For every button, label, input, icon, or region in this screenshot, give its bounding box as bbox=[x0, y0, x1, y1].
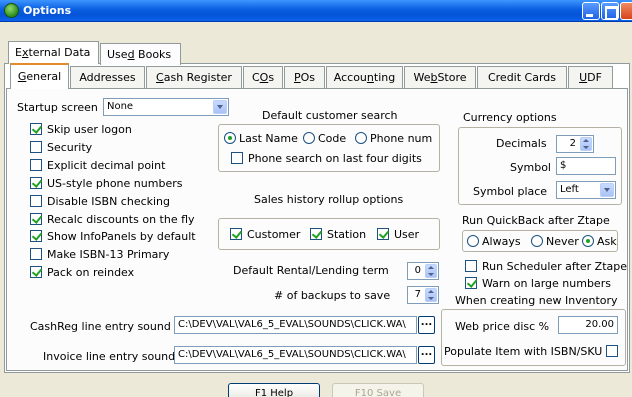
checkbox-icon[interactable] bbox=[465, 260, 477, 272]
options-window: Options External Data Used Books General… bbox=[0, 0, 632, 397]
show-infopanels-checkbox[interactable]: Show InfoPanels by default bbox=[30, 230, 196, 243]
radio-icon[interactable] bbox=[582, 235, 594, 247]
symbol-place-select[interactable]: Left bbox=[556, 181, 616, 199]
tab-external-data[interactable]: External Data bbox=[8, 41, 99, 64]
radio-icon[interactable] bbox=[224, 132, 236, 144]
quickback-never-radio[interactable]: Never bbox=[531, 235, 579, 248]
rollup-user-checkbox[interactable]: User bbox=[377, 228, 419, 241]
cashreg-sound-label: CashReg line entry sound bbox=[30, 320, 171, 333]
checkbox-icon[interactable] bbox=[30, 195, 42, 207]
tab-accounting[interactable]: Accounting bbox=[326, 66, 403, 88]
invoice-sound-field[interactable]: C:\DEV\VAL\VAL6_5_EVAL\SOUNDS\CLICK.WA\ bbox=[174, 346, 417, 364]
window-title: Options bbox=[23, 4, 72, 17]
checkbox-icon[interactable] bbox=[377, 228, 389, 240]
close-icon[interactable] bbox=[620, 2, 632, 20]
radio-icon[interactable] bbox=[467, 235, 479, 247]
spin-arrows-icon[interactable] bbox=[425, 264, 437, 278]
radio-icon[interactable] bbox=[355, 132, 367, 144]
new-inventory-title: When creating new Inventory bbox=[455, 294, 618, 307]
checkbox-icon[interactable] bbox=[30, 177, 42, 189]
populate-isbn-label: Populate Item with ISBN/SKU bbox=[444, 345, 603, 358]
web-price-label: Web price disc % bbox=[455, 320, 550, 333]
us-phone-checkbox[interactable]: US-style phone numbers bbox=[30, 177, 182, 190]
checkbox-icon[interactable] bbox=[30, 230, 42, 242]
startup-screen-label: Startup screen bbox=[17, 101, 98, 114]
skip-user-logon-checkbox[interactable]: Skip user logon bbox=[30, 123, 132, 136]
maximize-icon[interactable] bbox=[601, 2, 619, 20]
tab-webstore[interactable]: WebStore bbox=[404, 66, 476, 88]
tab-udf[interactable]: UDF bbox=[568, 66, 613, 88]
tab-used-books[interactable]: Used Books bbox=[100, 43, 181, 65]
rental-term-label: Default Rental/Lending term bbox=[233, 264, 389, 277]
checkbox-icon[interactable] bbox=[310, 228, 322, 240]
save-button[interactable]: F10 Save bbox=[332, 383, 424, 397]
rental-term-stepper[interactable]: 0 bbox=[407, 262, 439, 280]
invoice-sound-label: Invoice line entry sound bbox=[43, 350, 176, 363]
isbn13-primary-checkbox[interactable]: Make ISBN-13 Primary bbox=[30, 248, 169, 261]
backups-label: # of backups to save bbox=[274, 289, 391, 302]
checkbox-icon[interactable] bbox=[30, 213, 42, 225]
search-phone-radio[interactable]: Phone num bbox=[355, 132, 432, 145]
warn-large-numbers-checkbox[interactable]: Warn on large numbers bbox=[465, 277, 611, 290]
title-bar[interactable]: Options bbox=[0, 0, 632, 22]
tab-cos[interactable]: COs bbox=[243, 66, 283, 88]
checkbox-icon[interactable] bbox=[30, 248, 42, 260]
symbol-field[interactable]: $ bbox=[556, 157, 616, 175]
decimals-label: Decimals bbox=[496, 137, 547, 150]
rollup-station-checkbox[interactable]: Station bbox=[310, 228, 366, 241]
checkbox-icon[interactable] bbox=[230, 228, 242, 240]
currency-title: Currency options bbox=[463, 111, 557, 124]
quickback-ask-radio[interactable]: Ask bbox=[582, 235, 617, 248]
search-last-name-radio[interactable]: Last Name bbox=[224, 132, 298, 145]
spin-arrows-icon[interactable] bbox=[580, 137, 592, 151]
explicit-decimal-checkbox[interactable]: Explicit decimal point bbox=[30, 159, 165, 172]
web-price-field[interactable]: 20.00 bbox=[558, 316, 618, 334]
backups-stepper[interactable]: 7 bbox=[407, 286, 439, 304]
pack-reindex-checkbox[interactable]: Pack on reindex bbox=[30, 266, 134, 279]
recalc-discounts-checkbox[interactable]: Recalc discounts on the fly bbox=[30, 213, 195, 226]
tab-addresses[interactable]: Addresses bbox=[70, 66, 145, 88]
radio-icon[interactable] bbox=[303, 132, 315, 144]
checkbox-icon[interactable] bbox=[30, 266, 42, 278]
minimize-icon[interactable] bbox=[582, 2, 600, 20]
checkbox-icon[interactable] bbox=[465, 277, 477, 289]
cashreg-sound-field[interactable]: C:\DEV\VAL\VAL6_5_EVAL\SOUNDS\CLICK.WA\ bbox=[174, 316, 417, 334]
tab-cash-register[interactable]: Cash Register bbox=[146, 66, 242, 88]
symbol-place-label: Symbol place bbox=[473, 185, 548, 198]
invoice-browse-button[interactable]: ... bbox=[418, 346, 435, 364]
phone-four-digits-checkbox[interactable]: Phone search on last four digits bbox=[231, 152, 422, 165]
tab-general[interactable]: General bbox=[10, 63, 69, 89]
cashreg-browse-button[interactable]: ... bbox=[418, 316, 435, 334]
spin-arrows-icon[interactable] bbox=[425, 288, 437, 302]
tab-credit-cards[interactable]: Credit Cards bbox=[477, 66, 567, 88]
search-code-radio[interactable]: Code bbox=[303, 132, 346, 145]
decimals-stepper[interactable]: 2 bbox=[556, 135, 594, 153]
rollup-customer-checkbox[interactable]: Customer bbox=[230, 228, 300, 241]
chevron-down-icon[interactable] bbox=[600, 183, 614, 197]
startup-screen-select[interactable]: None bbox=[103, 98, 229, 116]
checkbox-icon[interactable] bbox=[30, 123, 42, 135]
checkbox-icon[interactable] bbox=[606, 345, 618, 357]
chevron-down-icon[interactable] bbox=[213, 100, 227, 114]
disable-isbn-checkbox[interactable]: Disable ISBN checking bbox=[30, 195, 170, 208]
customer-search-title: Default customer search bbox=[262, 109, 398, 122]
radio-icon[interactable] bbox=[531, 235, 543, 247]
rollup-title: Sales history rollup options bbox=[254, 193, 404, 206]
app-icon bbox=[4, 3, 19, 18]
quickback-always-radio[interactable]: Always bbox=[467, 235, 521, 248]
checkbox-icon[interactable] bbox=[30, 141, 42, 153]
symbol-label: Symbol bbox=[510, 161, 551, 174]
help-button[interactable]: F1 Help bbox=[228, 383, 320, 397]
run-scheduler-checkbox[interactable]: Run Scheduler after Ztape bbox=[465, 260, 627, 273]
tab-pos[interactable]: POs bbox=[284, 66, 325, 88]
checkbox-icon[interactable] bbox=[231, 152, 243, 164]
security-checkbox[interactable]: Security bbox=[30, 141, 92, 154]
quickback-title: Run QuickBack after Ztape bbox=[462, 214, 610, 227]
checkbox-icon[interactable] bbox=[30, 159, 42, 171]
